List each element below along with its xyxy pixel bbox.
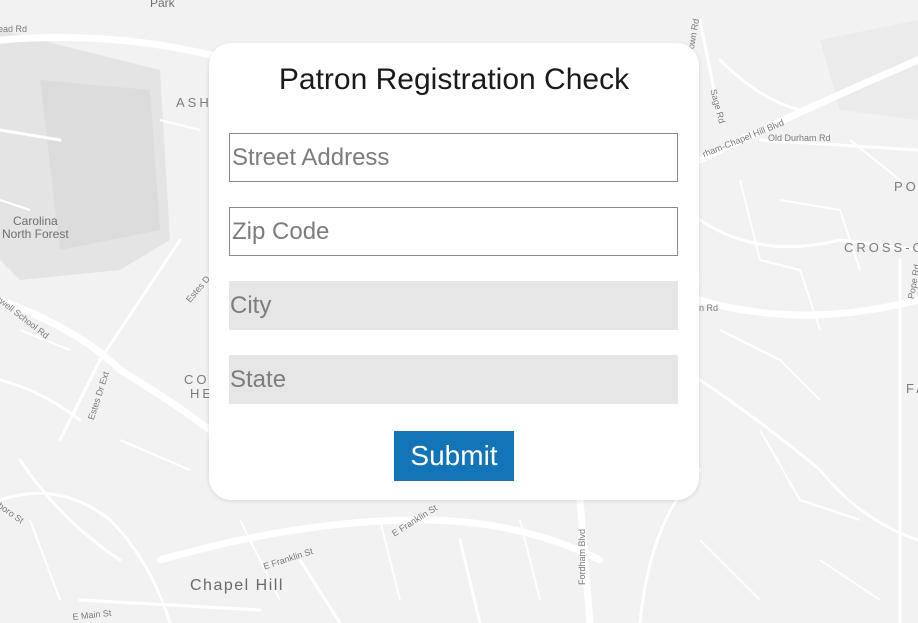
map-label-old-durham-rd: Old Durham Rd (768, 133, 831, 143)
map-label-fa: FA (906, 381, 918, 396)
map-label-ash: ASH (176, 95, 212, 110)
map-label-chapel-hill: Chapel Hill (190, 577, 284, 594)
map-label-n-rd: n Rd (699, 303, 719, 313)
submit-button[interactable]: Submit (394, 431, 514, 481)
registration-card: Patron Registration Check Submit (209, 43, 699, 500)
map-label-cross-c: CROSS-C (844, 240, 918, 255)
map-label-fordham-blvd: Fordham Blvd (577, 528, 587, 585)
street-address-input[interactable] (229, 133, 678, 182)
zip-code-input[interactable] (229, 207, 678, 256)
map-label-carolina-north-forest: Carolina North Forest (2, 214, 69, 241)
city-field (229, 281, 678, 330)
form-title: Patron Registration Check (278, 63, 630, 96)
map-label-co: CO (184, 372, 210, 387)
state-field (229, 355, 678, 404)
map-label-head-rd: ead Rd (0, 24, 28, 34)
map-label-po: PO (894, 179, 918, 194)
map-label-park: Park (150, 0, 175, 10)
